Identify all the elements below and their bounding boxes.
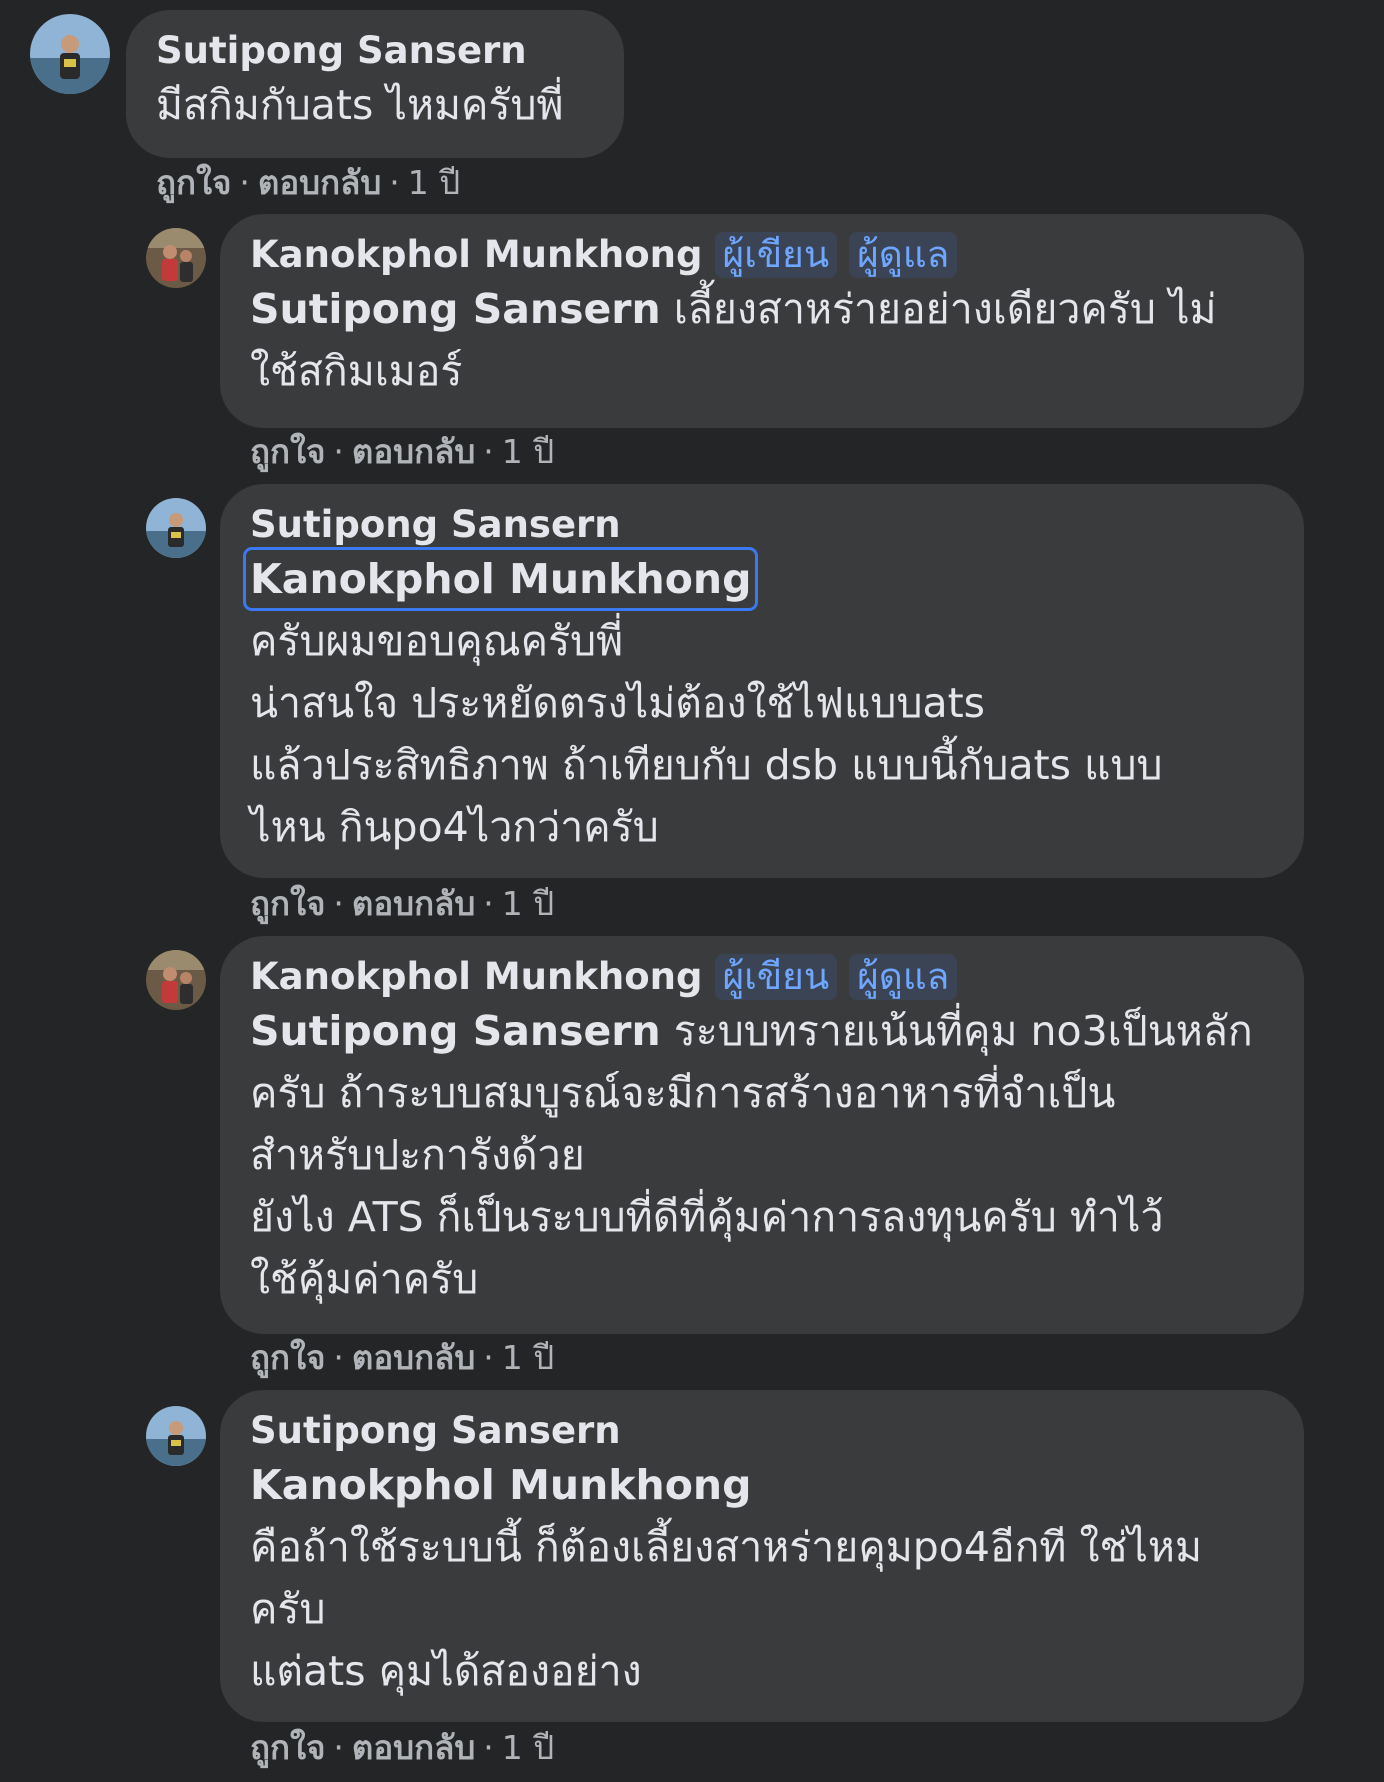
- reply-button[interactable]: ตอบกลับ: [258, 163, 381, 202]
- comment-actions: ถูกใจ · ตอบกลับ · 1 ปี: [250, 884, 555, 923]
- comment-text: Kanokphol Munkhong คือถ้าใช้ระบบนี้ ก็ต้…: [250, 1461, 1202, 1695]
- timestamp[interactable]: 1 ปี: [502, 1728, 554, 1767]
- author-badge: ผู้เขียน: [714, 954, 838, 1000]
- reply-button[interactable]: ตอบกลับ: [352, 1728, 475, 1767]
- reply-button[interactable]: ตอบกลับ: [352, 432, 475, 471]
- comment-bubble: Kanokphol Munkhong ผู้เขียน ผู้ดูแล Suti…: [220, 936, 1304, 1334]
- mention-link[interactable]: Sutipong Sansern: [250, 285, 661, 333]
- mention-link[interactable]: Kanokphol Munkhong: [250, 1461, 751, 1509]
- avatar-photo-icon: [146, 498, 206, 558]
- avatar[interactable]: [146, 950, 206, 1010]
- avatar[interactable]: [146, 228, 206, 288]
- like-button[interactable]: ถูกใจ: [156, 163, 231, 202]
- comment-actions: ถูกใจ · ตอบกลับ · 1 ปี: [250, 1338, 555, 1377]
- admin-badge: ผู้ดูแล: [849, 954, 958, 1000]
- comment-text: มีสกิมกับats ไหมครับพี่: [156, 81, 564, 129]
- timestamp[interactable]: 1 ปี: [502, 432, 554, 471]
- comment-actions: ถูกใจ · ตอบกลับ · 1 ปี: [250, 1728, 555, 1767]
- like-button[interactable]: ถูกใจ: [250, 432, 325, 471]
- comment-author[interactable]: Sutipong Sansern: [250, 502, 1276, 548]
- comment-text: Sutipong Sansern เลี้ยงสาหร่ายอย่างเดียว…: [250, 285, 1217, 395]
- like-button[interactable]: ถูกใจ: [250, 1338, 325, 1377]
- avatar[interactable]: [30, 14, 110, 94]
- reply-button[interactable]: ตอบกลับ: [352, 884, 475, 923]
- like-button[interactable]: ถูกใจ: [250, 1728, 325, 1767]
- mention-link[interactable]: Sutipong Sansern: [250, 1007, 661, 1055]
- comment-author[interactable]: Sutipong Sansern: [156, 28, 596, 74]
- comment-bubble: Kanokphol Munkhong ผู้เขียน ผู้ดูแล Suti…: [220, 214, 1304, 428]
- comment-author[interactable]: Kanokphol Munkhong ผู้เขียน ผู้ดูแล: [250, 954, 1276, 1000]
- comment-bubble: Sutipong Sansern Kanokphol Munkhong คือถ…: [220, 1390, 1304, 1722]
- avatar[interactable]: [146, 498, 206, 558]
- mention-link[interactable]: Kanokphol Munkhong: [242, 547, 759, 611]
- comment-actions: ถูกใจ · ตอบกลับ · 1 ปี: [250, 432, 555, 471]
- avatar-photo-icon: [30, 14, 110, 94]
- avatar-photo-icon: [146, 228, 206, 288]
- comment-author[interactable]: Sutipong Sansern: [250, 1408, 1276, 1454]
- timestamp[interactable]: 1 ปี: [502, 884, 554, 923]
- avatar-photo-icon: [146, 1406, 206, 1466]
- comment-text: Sutipong Sansern ระบบทรายเน้นที่คุม no3เ…: [250, 1007, 1253, 1303]
- like-button[interactable]: ถูกใจ: [250, 884, 325, 923]
- avatar[interactable]: [146, 1406, 206, 1466]
- timestamp[interactable]: 1 ปี: [408, 163, 460, 202]
- avatar-photo-icon: [146, 950, 206, 1010]
- reply-button[interactable]: ตอบกลับ: [352, 1338, 475, 1377]
- comment-author[interactable]: Kanokphol Munkhong ผู้เขียน ผู้ดูแล: [250, 232, 1276, 278]
- comment-text: Kanokphol Munkhong ครับผมขอบคุณครับพี่ น…: [242, 547, 1276, 858]
- comment-bubble: Sutipong Sansern Kanokphol Munkhong ครับ…: [220, 484, 1304, 878]
- comment-thread: Sutipong Sansern มีสกิมกับats ไหมครับพี่…: [0, 0, 1384, 1782]
- admin-badge: ผู้ดูแล: [849, 232, 958, 278]
- timestamp[interactable]: 1 ปี: [502, 1338, 554, 1377]
- comment-actions: ถูกใจ · ตอบกลับ · 1 ปี: [156, 163, 461, 202]
- comment-bubble: Sutipong Sansern มีสกิมกับats ไหมครับพี่: [126, 10, 624, 158]
- author-badge: ผู้เขียน: [714, 232, 838, 278]
